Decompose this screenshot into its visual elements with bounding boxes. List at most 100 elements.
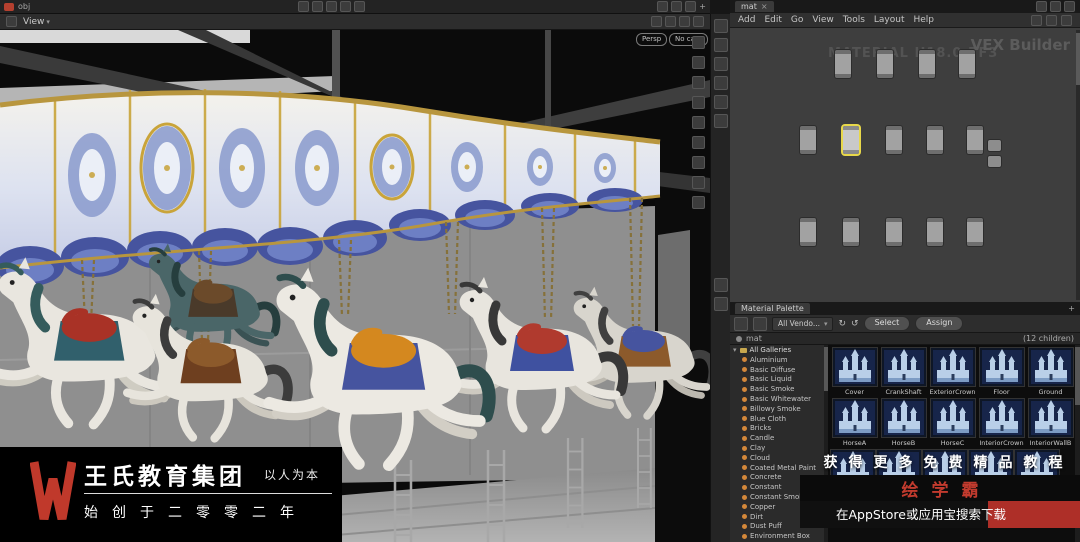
toolbar-icon[interactable]	[657, 1, 669, 12]
reload-icon[interactable]: ↺	[851, 318, 859, 330]
link-icon[interactable]	[1046, 14, 1057, 26]
refresh-icon[interactable]: ↻	[838, 318, 846, 330]
gallery-item[interactable]: Basic Whitewater	[730, 394, 828, 404]
toolbar-icon[interactable]	[326, 1, 338, 12]
gallery-item[interactable]: Candle	[730, 433, 828, 443]
menu-item[interactable]: Edit	[764, 15, 781, 25]
menu-item[interactable]: Go	[791, 15, 803, 25]
network-node[interactable]	[967, 218, 983, 246]
panel-layout-icon[interactable]	[1036, 1, 1047, 12]
viewport-toolbar-icon[interactable]	[651, 16, 662, 27]
display-tool-icon[interactable]	[692, 156, 705, 169]
grid-tool-icon[interactable]	[692, 196, 705, 209]
strip-icon[interactable]	[713, 114, 728, 128]
network-editor-canvas[interactable]: MATERIAL H18.0.7F3 VEX Builder	[730, 28, 1080, 302]
strip-icon[interactable]	[713, 278, 728, 292]
network-scrollbar[interactable]	[1076, 30, 1080, 300]
material-thumbnail[interactable]: Floor	[977, 347, 1026, 398]
strip-icon[interactable]	[713, 95, 728, 109]
viewport-toolbar-icon[interactable]	[665, 16, 676, 27]
material-name: Cover	[844, 388, 865, 396]
material-thumbnail[interactable]: CrankShaft	[879, 347, 928, 398]
toolbar-icon[interactable]	[354, 1, 366, 12]
menu-item[interactable]: Add	[738, 15, 755, 25]
strip-icon[interactable]	[713, 57, 728, 71]
select-button[interactable]: Select	[863, 316, 911, 331]
toolbar-icon[interactable]	[298, 1, 310, 12]
add-tab-icon[interactable]: +	[1068, 304, 1075, 313]
pin-icon[interactable]	[1031, 14, 1042, 26]
gear-icon[interactable]	[753, 316, 767, 331]
network-node[interactable]	[843, 126, 859, 154]
network-node[interactable]	[927, 218, 943, 246]
toolbar-icon[interactable]	[340, 1, 352, 12]
scale-tool-icon[interactable]	[692, 96, 705, 109]
menu-item[interactable]: View	[812, 15, 833, 25]
gallery-item[interactable]: Billowy Smoke	[730, 404, 828, 414]
material-thumbnail[interactable]: Ground	[1026, 347, 1075, 398]
viewport-menu-icon[interactable]	[6, 16, 17, 27]
close-icon[interactable]: ×	[761, 2, 768, 11]
material-thumbnail[interactable]: ExteriorCrown	[928, 347, 977, 398]
select-tool-icon[interactable]	[692, 36, 705, 49]
gallery-item[interactable]: Environment Box	[730, 531, 828, 541]
tab-mat[interactable]: mat ×	[735, 1, 774, 12]
network-node[interactable]	[835, 50, 851, 78]
material-thumbnail[interactable]: InteriorWallB	[1026, 398, 1075, 449]
context-path: mat	[746, 334, 762, 343]
network-node[interactable]	[919, 50, 935, 78]
panel-menu-icon[interactable]	[1064, 1, 1075, 12]
view-menu[interactable]: View ▾	[23, 17, 50, 27]
strip-icon[interactable]	[713, 38, 728, 52]
toolbar-icon[interactable]	[312, 1, 324, 12]
material-thumbnail[interactable]: HorseC	[928, 398, 977, 449]
settings-icon[interactable]	[1061, 14, 1072, 26]
snap-tool-icon[interactable]	[692, 116, 705, 129]
menu-item[interactable]: Layout	[874, 15, 905, 25]
material-ball-icon	[742, 435, 747, 441]
move-tool-icon[interactable]	[692, 56, 705, 69]
network-node[interactable]	[800, 218, 816, 246]
strip-icon[interactable]	[713, 297, 728, 311]
menu-item[interactable]: Help	[914, 15, 935, 25]
network-node[interactable]	[959, 50, 975, 78]
network-node[interactable]	[877, 50, 893, 78]
network-node[interactable]	[886, 126, 902, 154]
gallery-root-item[interactable]: ▾ All Galleries	[730, 345, 828, 355]
plus-icon[interactable]: +	[699, 2, 706, 11]
gallery-item[interactable]: Blue Cloth	[730, 414, 828, 424]
network-node[interactable]	[988, 140, 1001, 151]
rotate-tool-icon[interactable]	[692, 76, 705, 89]
toolbar-icon[interactable]	[671, 1, 683, 12]
material-thumbnail[interactable]: HorseB	[879, 398, 928, 449]
assign-button[interactable]: Assign	[915, 316, 964, 331]
network-node[interactable]	[927, 126, 943, 154]
strip-icon[interactable]	[713, 76, 728, 90]
panel-split-icon[interactable]	[1050, 1, 1061, 12]
view-tool-icon[interactable]	[692, 136, 705, 149]
network-node[interactable]	[800, 126, 816, 154]
viewport-toolbar-icon[interactable]	[679, 16, 690, 27]
material-thumbnail[interactable]: HorseA	[830, 398, 879, 449]
network-node[interactable]	[967, 126, 983, 154]
network-node[interactable]	[988, 156, 1001, 167]
material-thumbnail[interactable]: InteriorCrown	[977, 398, 1026, 449]
palette-icon[interactable]	[734, 316, 748, 331]
viewport-toolbar-icon[interactable]	[693, 16, 704, 27]
vendor-filter-dropdown[interactable]: All Vendo... ▾	[772, 316, 834, 331]
gallery-item[interactable]: Basic Smoke	[730, 384, 828, 394]
persp-badge[interactable]: Persp	[636, 33, 668, 46]
toolbar-icon[interactable]	[685, 1, 697, 12]
gallery-item[interactable]: Bricks	[730, 424, 828, 434]
strip-icon[interactable]	[713, 19, 728, 33]
menu-item[interactable]: Tools	[843, 15, 865, 25]
gallery-item[interactable]: Aluminium	[730, 355, 828, 365]
network-node[interactable]	[886, 218, 902, 246]
tab-material-palette[interactable]: Material Palette	[735, 303, 810, 314]
chevron-down-icon[interactable]: ▾	[733, 346, 737, 354]
gallery-item[interactable]: Basic Liquid	[730, 375, 828, 385]
material-thumbnail[interactable]: Cover	[830, 347, 879, 398]
gallery-item[interactable]: Basic Diffuse	[730, 365, 828, 375]
shade-tool-icon[interactable]	[692, 176, 705, 189]
network-node[interactable]	[843, 218, 859, 246]
